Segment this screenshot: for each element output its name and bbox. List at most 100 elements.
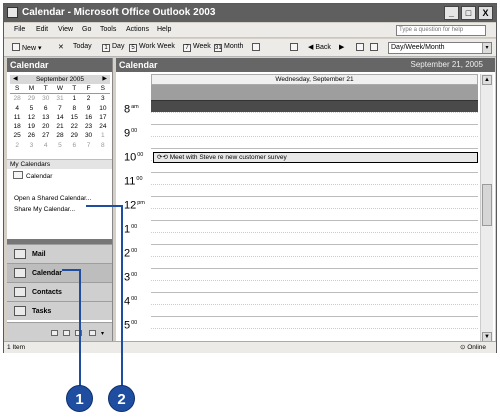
- scroll-thumb[interactable]: [482, 184, 492, 226]
- mini-calendar-day[interactable]: 11: [10, 113, 24, 122]
- print-icon[interactable]: [370, 43, 380, 52]
- time-slot[interactable]: [151, 220, 478, 232]
- time-slot[interactable]: [151, 328, 478, 340]
- mini-calendar-day[interactable]: 10: [96, 104, 110, 113]
- find-icon[interactable]: [252, 43, 262, 52]
- mini-calendar-day[interactable]: 26: [24, 131, 38, 140]
- time-slot[interactable]: [151, 100, 478, 112]
- mini-calendar-day[interactable]: 19: [24, 122, 38, 131]
- time-slot[interactable]: [151, 280, 478, 292]
- time-slot[interactable]: [151, 112, 478, 124]
- time-slot[interactable]: [151, 292, 478, 304]
- mini-calendar-day[interactable]: 16: [81, 113, 95, 122]
- notes-icon[interactable]: [51, 330, 58, 336]
- journal-icon[interactable]: [89, 330, 96, 336]
- mini-calendar-day[interactable]: 5: [53, 141, 67, 150]
- mini-calendar-day[interactable]: 4: [39, 141, 53, 150]
- mini-calendar-day[interactable]: 22: [67, 122, 81, 131]
- send-receive-icon[interactable]: [290, 43, 300, 52]
- mini-calendar-day[interactable]: 9: [81, 104, 95, 113]
- mini-calendar-day[interactable]: 27: [39, 131, 53, 140]
- time-slot[interactable]: [151, 184, 478, 196]
- tasks-button[interactable]: Tasks: [7, 301, 112, 320]
- mini-calendar-day[interactable]: 6: [67, 141, 81, 150]
- time-slot[interactable]: [151, 304, 478, 316]
- help-search-input[interactable]: Type a question for help: [396, 25, 486, 36]
- share-my-calendar-link[interactable]: Share My Calendar...: [14, 206, 75, 213]
- time-slot[interactable]: [151, 136, 478, 148]
- time-slot[interactable]: [151, 256, 478, 268]
- mini-calendar-day[interactable]: 7: [53, 104, 67, 113]
- menu-tools[interactable]: Tools: [100, 26, 116, 33]
- time-slot[interactable]: [151, 268, 478, 280]
- menu-actions[interactable]: Actions: [126, 26, 149, 33]
- time-slot[interactable]: [151, 124, 478, 136]
- mini-calendar-day[interactable]: 2: [10, 141, 24, 150]
- day-view-button[interactable]: 1 Day: [102, 43, 124, 52]
- mini-calendar-day[interactable]: 17: [96, 113, 110, 122]
- all-day-area[interactable]: [151, 85, 478, 100]
- mini-calendar-day[interactable]: 8: [67, 104, 81, 113]
- today-button[interactable]: Today: [73, 43, 92, 50]
- day-header[interactable]: Wednesday, September 21: [151, 74, 478, 85]
- mini-calendar-day[interactable]: 29: [67, 131, 81, 140]
- week-view-button[interactable]: 7 Week: [183, 43, 211, 52]
- mini-calendar-day[interactable]: 15: [67, 113, 81, 122]
- mini-calendar-day[interactable]: 8: [96, 141, 110, 150]
- view-select[interactable]: Day/Week/Month ▾: [388, 42, 492, 54]
- mini-calendar-day[interactable]: 2: [81, 94, 95, 103]
- prev-month-icon[interactable]: ◀: [13, 75, 18, 84]
- time-slot[interactable]: [151, 196, 478, 208]
- mini-calendar-day[interactable]: 14: [53, 113, 67, 122]
- time-slot[interactable]: [151, 172, 478, 184]
- mini-calendar-day[interactable]: 20: [39, 122, 53, 131]
- forward-icon[interactable]: ▶: [339, 43, 344, 51]
- new-button[interactable]: New ▾: [12, 43, 41, 52]
- vertical-scrollbar[interactable]: ▲ ▼: [480, 74, 493, 343]
- calendar-button[interactable]: Calendar: [7, 263, 112, 282]
- mini-calendar-day[interactable]: 25: [10, 131, 24, 140]
- mini-calendar-day[interactable]: 28: [53, 131, 67, 140]
- time-slot[interactable]: [151, 316, 478, 328]
- mini-calendar-day[interactable]: 31: [53, 94, 67, 103]
- delete-button[interactable]: ✕: [58, 43, 64, 51]
- calendar-list-item[interactable]: Calendar: [13, 171, 52, 183]
- time-slot[interactable]: [151, 208, 478, 220]
- folder-list-icon[interactable]: [63, 330, 70, 336]
- appointment[interactable]: ⟳⟲ Meet with Steve re new customer surve…: [153, 152, 478, 163]
- chevron-down-icon[interactable]: ▾: [482, 43, 491, 53]
- menu-file[interactable]: File: [14, 26, 25, 33]
- folder-up-icon[interactable]: [356, 43, 366, 52]
- back-button[interactable]: ◀ Back: [308, 43, 331, 51]
- menu-view[interactable]: View: [58, 26, 73, 33]
- minimize-button[interactable]: _: [444, 6, 459, 20]
- mini-calendar-day[interactable]: 13: [39, 113, 53, 122]
- work-week-view-button[interactable]: 5 Work Week: [129, 43, 175, 52]
- mini-calendar-day[interactable]: 30: [81, 131, 95, 140]
- mini-calendar-day[interactable]: 29: [24, 94, 38, 103]
- contacts-button[interactable]: Contacts: [7, 282, 112, 301]
- time-slot[interactable]: [151, 244, 478, 256]
- my-calendars-header[interactable]: My Calendars: [7, 159, 112, 169]
- mini-calendar-day[interactable]: 3: [24, 141, 38, 150]
- menu-go[interactable]: Go: [82, 26, 91, 33]
- open-shared-calendar-link[interactable]: Open a Shared Calendar...: [14, 195, 91, 202]
- mini-calendar-day[interactable]: 21: [53, 122, 67, 131]
- close-button[interactable]: X: [478, 6, 493, 20]
- next-month-icon[interactable]: ▶: [102, 75, 107, 84]
- menu-help[interactable]: Help: [157, 26, 171, 33]
- mini-calendar-day[interactable]: 3: [96, 94, 110, 103]
- mini-calendar-day[interactable]: 1: [67, 94, 81, 103]
- mail-button[interactable]: Mail: [7, 244, 112, 263]
- scroll-up-icon[interactable]: ▲: [482, 75, 492, 85]
- mini-calendar-day[interactable]: 23: [81, 122, 95, 131]
- mini-calendar-day[interactable]: 12: [24, 113, 38, 122]
- month-view-button[interactable]: 31 Month: [214, 43, 243, 52]
- maximize-button[interactable]: □: [461, 6, 476, 20]
- mini-calendar-day[interactable]: 6: [39, 104, 53, 113]
- mini-calendar-day[interactable]: 5: [24, 104, 38, 113]
- menu-edit[interactable]: Edit: [36, 26, 48, 33]
- mini-calendar-day[interactable]: 30: [39, 94, 53, 103]
- time-slot[interactable]: [151, 232, 478, 244]
- mini-calendar-day[interactable]: 18: [10, 122, 24, 131]
